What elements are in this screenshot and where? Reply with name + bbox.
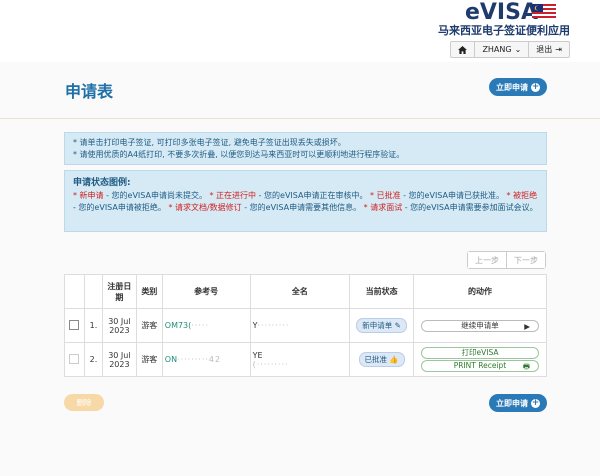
legend-term: * 新申请 bbox=[73, 191, 104, 200]
status-label: 已批准 bbox=[364, 355, 388, 364]
logout-label: 退出 bbox=[536, 45, 553, 54]
printer-icon: 🖶 bbox=[522, 362, 530, 371]
status-legend: 申请状态图例: * 新申请 - 您的eVISA申请尚未提交。 * 正在进行中 -… bbox=[64, 170, 547, 232]
new-application-label: 立即申请 bbox=[496, 398, 528, 408]
plus-icon: + bbox=[531, 397, 540, 408]
legend-term: * 请求文档/数据修订 bbox=[168, 203, 242, 212]
row-date: 30 Jul 2023 bbox=[101, 308, 137, 343]
col-category: 类别 bbox=[135, 274, 163, 309]
checkbox[interactable] bbox=[69, 319, 80, 330]
fullname-text: YE bbox=[252, 350, 263, 360]
edit-icon: ✎ bbox=[394, 321, 401, 330]
plus-icon: + bbox=[531, 81, 540, 92]
notice-line-1: * 请单击打印电子签证, 可打印多张电子签证, 避免电子签证出现丢失或损坏。 bbox=[73, 138, 346, 147]
legend-title: 申请状态图例: bbox=[73, 178, 131, 188]
legend-text: * 新申请 - 您的eVISA申请尚未提交。 * 正在进行中 - 您的eVISA… bbox=[73, 190, 538, 214]
logout-button[interactable]: 退出 ⇥ bbox=[529, 42, 569, 57]
thumbs-up-icon: 👍 bbox=[389, 355, 399, 364]
top-bar: eVISA 马来西亚电子签证便利应用 ZHANG ⌄ 退出 ⇥ bbox=[0, 0, 600, 62]
row-checkbox[interactable] bbox=[64, 342, 85, 377]
fullname-blurred: (········· bbox=[252, 359, 289, 369]
status-label: 新申请单 bbox=[362, 321, 393, 330]
legend-term: * 正在进行中 bbox=[209, 191, 257, 200]
col-fullname: 全名 bbox=[249, 274, 351, 309]
row-category: 游客 bbox=[135, 308, 163, 343]
delete-button[interactable]: 删除 bbox=[64, 394, 104, 411]
row-fullname: Y········· bbox=[249, 308, 351, 343]
col-select bbox=[64, 274, 85, 309]
legend-term: * 请求面试 bbox=[363, 203, 403, 212]
row-actions: 继续申请单 ▶ bbox=[413, 308, 547, 343]
row-status: 新申请单 ✎ bbox=[349, 308, 414, 343]
play-icon: ▶ bbox=[524, 321, 530, 331]
user-menu[interactable]: ZHANG ⌄ bbox=[475, 42, 530, 57]
user-nav: ZHANG ⌄ 退出 ⇥ bbox=[450, 41, 570, 58]
legend-term: * 已批准 bbox=[370, 191, 401, 200]
legend-desc: - 您的eVISA申请尚未提交。 bbox=[103, 191, 210, 200]
col-actions: 的动作 bbox=[413, 274, 547, 309]
continue-label: 继续申请单 bbox=[461, 320, 499, 330]
legend-desc: - 您的eVISA申请需要其他信息。 bbox=[241, 203, 364, 212]
row-number: 1. bbox=[83, 308, 103, 343]
row-fullname: YE (········· bbox=[249, 342, 351, 377]
new-application-button-top[interactable]: 立即申请 + bbox=[489, 78, 547, 96]
reference-blurred: ·········42 bbox=[177, 355, 222, 364]
row-number: 2. bbox=[83, 342, 103, 377]
print-notice: * 请单击打印电子签证, 可打印多张电子签证, 避免电子签证出现丢失或损坏。 *… bbox=[64, 132, 547, 165]
legend-desc: - 您的eVISA申请已获批准。 bbox=[400, 191, 507, 200]
table-row: 2. 30 Jul 2023 游客 ON·········42 YE (·····… bbox=[64, 342, 547, 377]
legend-desc: - 您的eVISA申请被拒绝。 bbox=[73, 203, 169, 212]
legend-desc: - 您的eVISA申请正在审核中。 bbox=[256, 191, 371, 200]
col-date: 注册日期 bbox=[101, 274, 137, 309]
reference-text[interactable]: ON bbox=[165, 355, 177, 364]
pagination: 上一步 下一步 bbox=[467, 251, 546, 269]
delete-label: 删除 bbox=[76, 398, 92, 407]
prev-page-button[interactable]: 上一步 bbox=[468, 252, 507, 268]
row-reference[interactable]: OM73(····· bbox=[161, 308, 251, 343]
app-subtitle: 马来西亚电子签证便利应用 bbox=[438, 24, 570, 37]
col-number bbox=[83, 274, 103, 309]
row-reference[interactable]: ON·········42 bbox=[161, 342, 251, 377]
home-icon bbox=[458, 45, 468, 54]
status-badge: 已批准 👍 bbox=[358, 352, 405, 367]
checkbox[interactable] bbox=[69, 353, 80, 364]
user-name: ZHANG bbox=[482, 45, 512, 54]
col-status: 当前状态 bbox=[349, 274, 414, 309]
continue-application-button[interactable]: 继续申请单 ▶ bbox=[421, 319, 539, 332]
row-status: 已批准 👍 bbox=[349, 342, 414, 377]
row-date: 30 Jul 2023 bbox=[101, 342, 137, 377]
table-header-row: 注册日期 类别 参考号 全名 当前状态 的动作 bbox=[64, 274, 547, 309]
new-application-label: 立即申请 bbox=[496, 82, 528, 92]
logout-icon: ⇥ bbox=[555, 45, 562, 54]
row-checkbox[interactable] bbox=[64, 308, 85, 343]
legend-term: * 被拒绝 bbox=[506, 191, 538, 200]
print-evisa-label: 打印eVISA bbox=[461, 348, 499, 357]
print-evisa-button[interactable]: 打印eVISA bbox=[421, 347, 539, 359]
home-button[interactable] bbox=[451, 42, 476, 57]
status-badge: 新申请单 ✎ bbox=[356, 318, 407, 333]
col-reference: 参考号 bbox=[161, 274, 251, 309]
applications-table: 注册日期 类别 参考号 全名 当前状态 的动作 1. 30 Jul 2023 游… bbox=[64, 274, 547, 377]
chevron-down-icon: ⌄ bbox=[514, 45, 522, 54]
row-category: 游客 bbox=[135, 342, 163, 377]
reference-text[interactable]: OM73( bbox=[165, 321, 192, 330]
flag-icon bbox=[532, 4, 556, 18]
print-receipt-label: PRINT Receipt bbox=[453, 361, 507, 370]
notice-line-2: * 请使用优质的A4纸打印, 不要多次折叠, 以便您到达马来西亚时可以更顺利地进… bbox=[73, 150, 405, 159]
legend-desc: - 您的eVISA申请需要参加面试会议。 bbox=[402, 203, 538, 212]
row-actions: 打印eVISA PRINT Receipt 🖶 bbox=[413, 342, 547, 377]
reference-blurred: ····· bbox=[191, 321, 209, 330]
print-receipt-button[interactable]: PRINT Receipt 🖶 bbox=[421, 360, 539, 372]
table-row: 1. 30 Jul 2023 游客 OM73(····· Y········· … bbox=[64, 308, 547, 343]
new-application-button-bottom[interactable]: 立即申请 + bbox=[489, 394, 547, 412]
divider bbox=[0, 118, 600, 119]
next-page-button[interactable]: 下一步 bbox=[507, 252, 545, 268]
page-title: 申请表 bbox=[65, 82, 114, 101]
fullname-blurred: ········· bbox=[257, 321, 290, 330]
